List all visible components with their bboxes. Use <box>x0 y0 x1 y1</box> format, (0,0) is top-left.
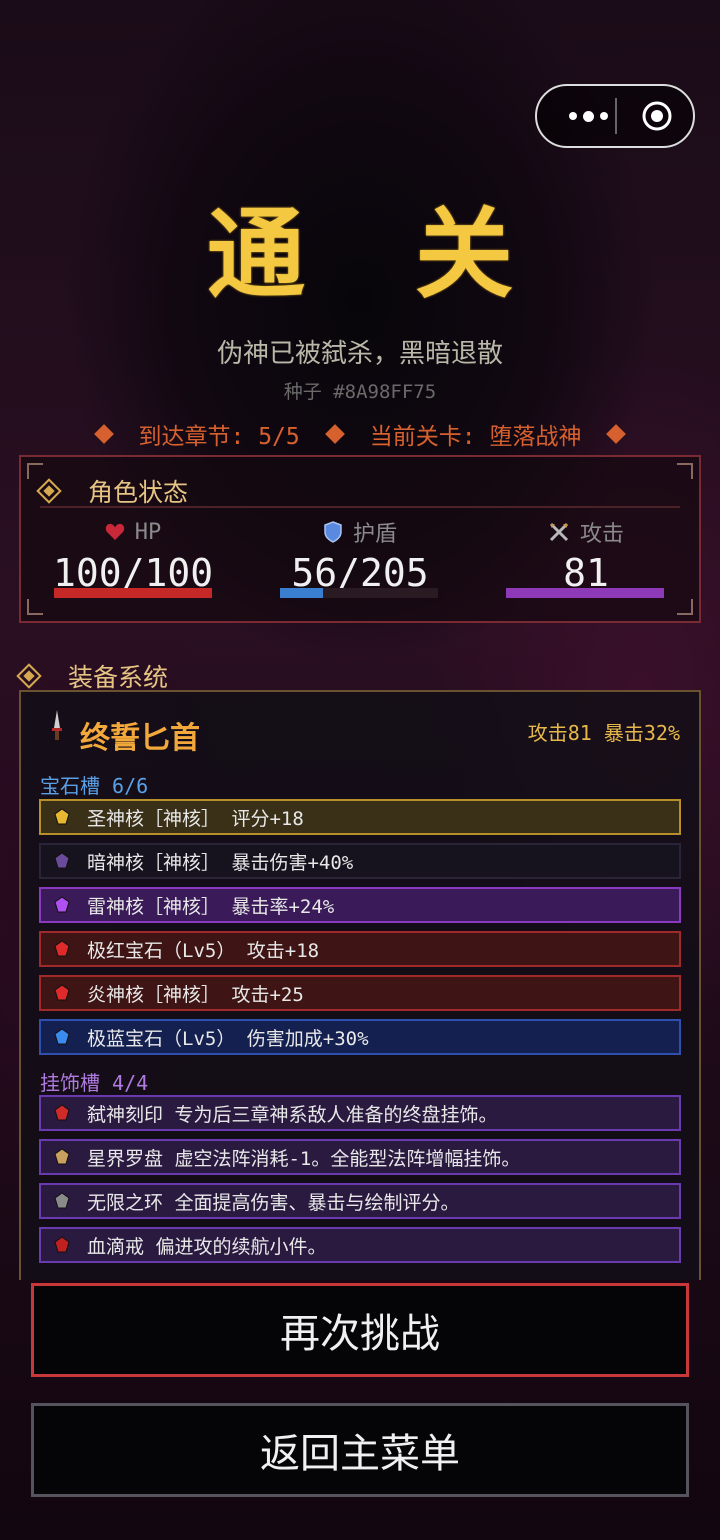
gem-slot-text: 炎神核［神核］ 攻击+25 <box>87 983 304 1006</box>
flame-gem-icon <box>54 984 70 1001</box>
gem-slot-text: 极红宝石（Lv5） 攻击+18 <box>87 939 320 962</box>
heart-icon <box>105 523 124 540</box>
attack-bar <box>506 588 664 598</box>
gem-slot-text: 暗神核［神核］ 暴击伤害+40% <box>87 851 354 874</box>
seed-label: 种子 #8A98FF75 <box>283 381 437 403</box>
seal-icon <box>54 1104 70 1121</box>
dark-gem-icon <box>54 852 70 869</box>
gem-slot-text: 极蓝宝石（Lv5） 伤害加成+30% <box>87 1027 369 1050</box>
gem-slot-text: 雷神核［神核］ 暴击率+24% <box>87 895 335 918</box>
gem-slot-text: 圣神核［神核］ 评分+18 <box>87 807 304 830</box>
shield-stat: 护盾 56/205 <box>280 515 440 597</box>
gem-slot[interactable]: 炎神核［神核］ 攻击+25 <box>39 975 681 1011</box>
red-gem-icon <box>54 940 70 957</box>
current-level: 当前关卡: 堕落战神 <box>369 424 582 450</box>
charm-slot-text: 无限之环 全面提高伤害、暴击与绘制评分。 <box>87 1191 460 1214</box>
gem-slot[interactable]: 圣神核［神核］ 评分+18 <box>39 799 681 835</box>
weapon-name: 终誓匕首 <box>80 721 200 756</box>
victory-subtitle: 伪神已被弑杀，黑暗退散 <box>216 339 503 369</box>
gold-gem-icon <box>54 808 70 825</box>
compass-icon <box>54 1148 70 1165</box>
chapter-reached: 到达章节: 5/5 <box>138 424 300 450</box>
charm-slot-text: 弑神刻印 专为后三章神系敌人准备的终盘挂饰。 <box>87 1103 498 1126</box>
miniprogram-capsule <box>535 84 695 148</box>
victory-title: 通关 <box>206 198 623 312</box>
status-panel-title: 角色状态 <box>36 473 188 509</box>
gem-slot[interactable]: 极红宝石（Lv5） 攻击+18 <box>39 931 681 967</box>
diamond-icon <box>36 478 62 504</box>
retry-button[interactable]: 再次挑战 <box>31 1283 689 1377</box>
charm-slot-text: 血滴戒 偏进攻的续航小件。 <box>87 1235 327 1258</box>
attack-stat: 攻击 81 <box>506 515 666 597</box>
blood-ring-icon <box>54 1236 70 1253</box>
gem-slot[interactable]: 极蓝宝石（Lv5） 伤害加成+30% <box>39 1019 681 1055</box>
charm-slot[interactable]: 无限之环 全面提高伤害、暴击与绘制评分。 <box>39 1183 681 1219</box>
equipment-title: 装备系统 <box>16 658 168 694</box>
divider <box>40 506 680 508</box>
gem-slot[interactable]: 雷神核［神核］ 暴击率+24% <box>39 887 681 923</box>
diamond-icon <box>606 424 627 444</box>
capsule-divider <box>615 98 617 134</box>
charm-slot-label: 挂饰槽 4/4 <box>40 1071 149 1095</box>
diamond-icon <box>16 663 42 689</box>
charm-slot[interactable]: 弑神刻印 专为后三章神系敌人准备的终盘挂饰。 <box>39 1095 681 1131</box>
shield-bar <box>280 588 438 598</box>
infinity-ring-icon <box>54 1192 70 1209</box>
weapon-stats: 攻击81 暴击32% <box>527 721 680 745</box>
diamond-icon <box>324 424 345 444</box>
shield-icon <box>324 521 342 543</box>
purple-gem-icon <box>54 896 70 913</box>
diamond-icon <box>93 424 114 444</box>
charm-slot[interactable]: 血滴戒 偏进攻的续航小件。 <box>39 1227 681 1263</box>
gem-slot-label: 宝石槽 6/6 <box>40 774 149 798</box>
blue-gem-icon <box>54 1028 70 1045</box>
main-menu-button[interactable]: 返回主菜单 <box>31 1403 689 1497</box>
charm-slot-text: 星界罗盘 虚空法阵消耗-1。全能型法阵增幅挂饰。 <box>87 1147 521 1170</box>
more-icon[interactable] <box>559 104 617 128</box>
hp-stat: HP 100/100 <box>53 519 214 596</box>
dagger-icon <box>52 710 62 740</box>
gem-slot[interactable]: 暗神核［神核］ 暴击伤害+40% <box>39 843 681 879</box>
close-target-icon[interactable] <box>641 100 673 132</box>
hp-bar <box>54 588 212 598</box>
charm-slot[interactable]: 星界罗盘 虚空法阵消耗-1。全能型法阵增幅挂饰。 <box>39 1139 681 1175</box>
progress-line: 到达章节: 5/5 当前关卡: 堕落战神 <box>0 418 720 450</box>
crossed-swords-icon <box>549 522 569 542</box>
